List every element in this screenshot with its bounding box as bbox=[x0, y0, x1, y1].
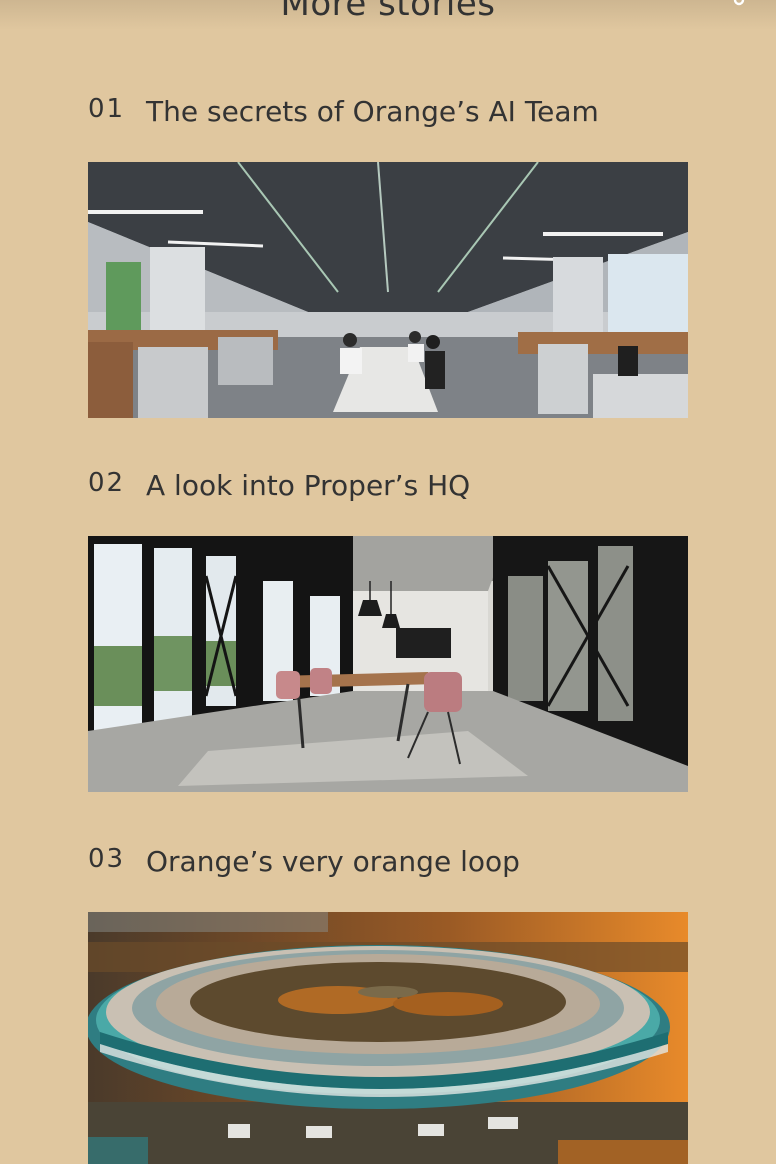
story-item-1[interactable]: 01 The secrets of Orange’s AI Team bbox=[88, 94, 688, 418]
section-title: More stories bbox=[280, 0, 496, 24]
ring-campus-photo-icon bbox=[88, 912, 688, 1164]
story-header: 01 The secrets of Orange’s AI Team bbox=[88, 94, 688, 134]
story-image-office[interactable] bbox=[88, 162, 688, 418]
story-number: 01 bbox=[88, 94, 126, 124]
story-item-2[interactable]: 02 A look into Proper’s HQ bbox=[88, 468, 688, 792]
story-number: 03 bbox=[88, 844, 126, 874]
story-title-link[interactable]: The secrets of Orange’s AI Team bbox=[146, 95, 599, 128]
office-photo-icon bbox=[88, 162, 688, 418]
story-header: 02 A look into Proper’s HQ bbox=[88, 468, 688, 508]
story-header: 03 Orange’s very orange loop bbox=[88, 844, 688, 884]
story-number: 02 bbox=[88, 468, 126, 498]
link-icon[interactable] bbox=[730, 0, 748, 8]
story-image-ring-campus[interactable] bbox=[88, 912, 688, 1164]
story-title-link[interactable]: A look into Proper’s HQ bbox=[146, 469, 470, 502]
meeting-room-photo-icon bbox=[88, 536, 688, 792]
story-title-link[interactable]: Orange’s very orange loop bbox=[146, 845, 520, 878]
story-item-3[interactable]: 03 Orange’s very orange loop bbox=[88, 844, 688, 1164]
story-image-meeting-room[interactable] bbox=[88, 536, 688, 792]
